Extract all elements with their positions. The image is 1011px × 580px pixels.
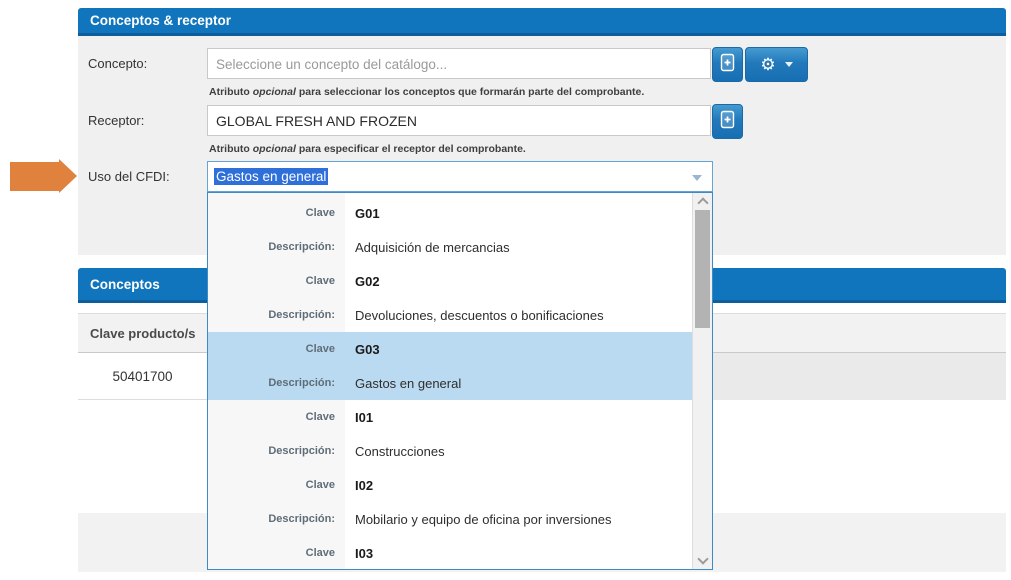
clave-value: G01 [345, 206, 380, 221]
clave-label: Clave [208, 207, 345, 219]
scroll-down-icon[interactable] [697, 553, 708, 564]
clave-label: Clave [208, 343, 345, 355]
uso-cfdi-select[interactable]: Gastos en general [207, 161, 713, 192]
uso-cfdi-selected-value: Gastos en general [214, 168, 328, 185]
column-header-clave-producto: Clave producto/s [78, 326, 195, 341]
option-descripcion-line: Descripción: Construcciones [208, 434, 693, 468]
cfdi-option-item[interactable]: Clave I03 [208, 536, 693, 569]
concepto-label: Concepto: [88, 48, 147, 79]
caret-down-icon [785, 62, 793, 67]
option-clave-line: Clave I03 [208, 536, 693, 569]
annotation-arrow [10, 162, 59, 191]
panel-title: Conceptos & receptor [90, 13, 231, 28]
option-clave-line: Clave I02 [208, 468, 693, 502]
clave-label: Clave [208, 411, 345, 423]
option-descripcion-line: Descripción: Mobilario y equipo de ofici… [208, 502, 693, 536]
clave-value: G02 [345, 274, 380, 289]
file-plus-icon [720, 53, 735, 77]
cfdi-option-item[interactable]: Clave I02 Descripción: Mobilario y equip… [208, 468, 693, 536]
option-descripcion-line: Descripción: Devoluciones, descuentos o … [208, 298, 693, 332]
uso-cfdi-label: Uso del CFDI: [88, 161, 170, 192]
receptor-input[interactable] [207, 105, 711, 136]
descripcion-label: Descripción: [208, 241, 345, 253]
panel-conceptos-receptor-header: Conceptos & receptor [78, 8, 1006, 36]
option-clave-line: Clave G03 [208, 332, 693, 366]
scrollbar-thumb[interactable] [695, 210, 710, 328]
concepto-settings-button[interactable]: ⚙ [745, 47, 808, 82]
panel-title: Conceptos [90, 277, 160, 292]
descripcion-value: Gastos en general [345, 376, 461, 391]
file-plus-icon [720, 110, 735, 134]
clave-value: I01 [345, 410, 373, 425]
annotation-arrow-tip-icon [59, 159, 77, 193]
scroll-up-icon[interactable] [697, 197, 708, 208]
receptor-helper-text: Atributo opcional para especificar el re… [209, 143, 526, 155]
descripcion-value: Adquisición de mercancias [345, 240, 510, 255]
descripcion-value: Mobilario y equipo de oficina por invers… [345, 512, 612, 527]
option-clave-line: Clave G01 [208, 196, 693, 230]
clave-producto-cell[interactable]: 50401700 [78, 353, 207, 400]
receptor-label: Receptor: [88, 105, 144, 136]
descripcion-label: Descripción: [208, 309, 345, 321]
cfdi-option-item[interactable]: Clave G03 Descripción: Gastos en general [208, 332, 693, 400]
cfdi-option-item[interactable]: Clave G02 Descripción: Devoluciones, des… [208, 264, 693, 332]
clave-label: Clave [208, 275, 345, 287]
concepto-input[interactable] [207, 48, 711, 79]
uso-cfdi-dropdown: Clave G01 Descripción: Adquisición de me… [207, 192, 713, 570]
clave-label: Clave [208, 479, 345, 491]
option-clave-line: Clave I01 [208, 400, 693, 434]
add-concepto-button[interactable] [712, 47, 743, 82]
cfdi-options-list: Clave G01 Descripción: Adquisición de me… [208, 193, 693, 569]
add-receptor-button[interactable] [712, 104, 743, 139]
clave-value: I02 [345, 478, 373, 493]
option-descripcion-line: Descripción: Gastos en general [208, 366, 693, 400]
descripcion-label: Descripción: [208, 377, 345, 389]
option-descripcion-line: Descripción: Adquisición de mercancias [208, 230, 693, 264]
gear-icon: ⚙ [760, 56, 775, 73]
clave-label: Clave [208, 547, 345, 559]
clave-value: G03 [345, 342, 380, 357]
select-caret-icon [692, 175, 702, 181]
descripcion-value: Devoluciones, descuentos o bonificacione… [345, 308, 604, 323]
cfdi-option-item[interactable]: Clave I01 Descripción: Construcciones [208, 400, 693, 468]
descripcion-label: Descripción: [208, 513, 345, 525]
option-clave-line: Clave G02 [208, 264, 693, 298]
descripcion-value: Construcciones [345, 444, 445, 459]
page: Conceptos & receptor Concepto: ⚙ Atribut… [0, 0, 1011, 580]
cfdi-option-item[interactable]: Clave G01 Descripción: Adquisición de me… [208, 196, 693, 264]
concepto-helper-text: Atributo opcional para seleccionar los c… [209, 86, 644, 98]
dropdown-scrollbar[interactable] [692, 193, 712, 569]
clave-value: I03 [345, 546, 373, 561]
descripcion-label: Descripción: [208, 445, 345, 457]
